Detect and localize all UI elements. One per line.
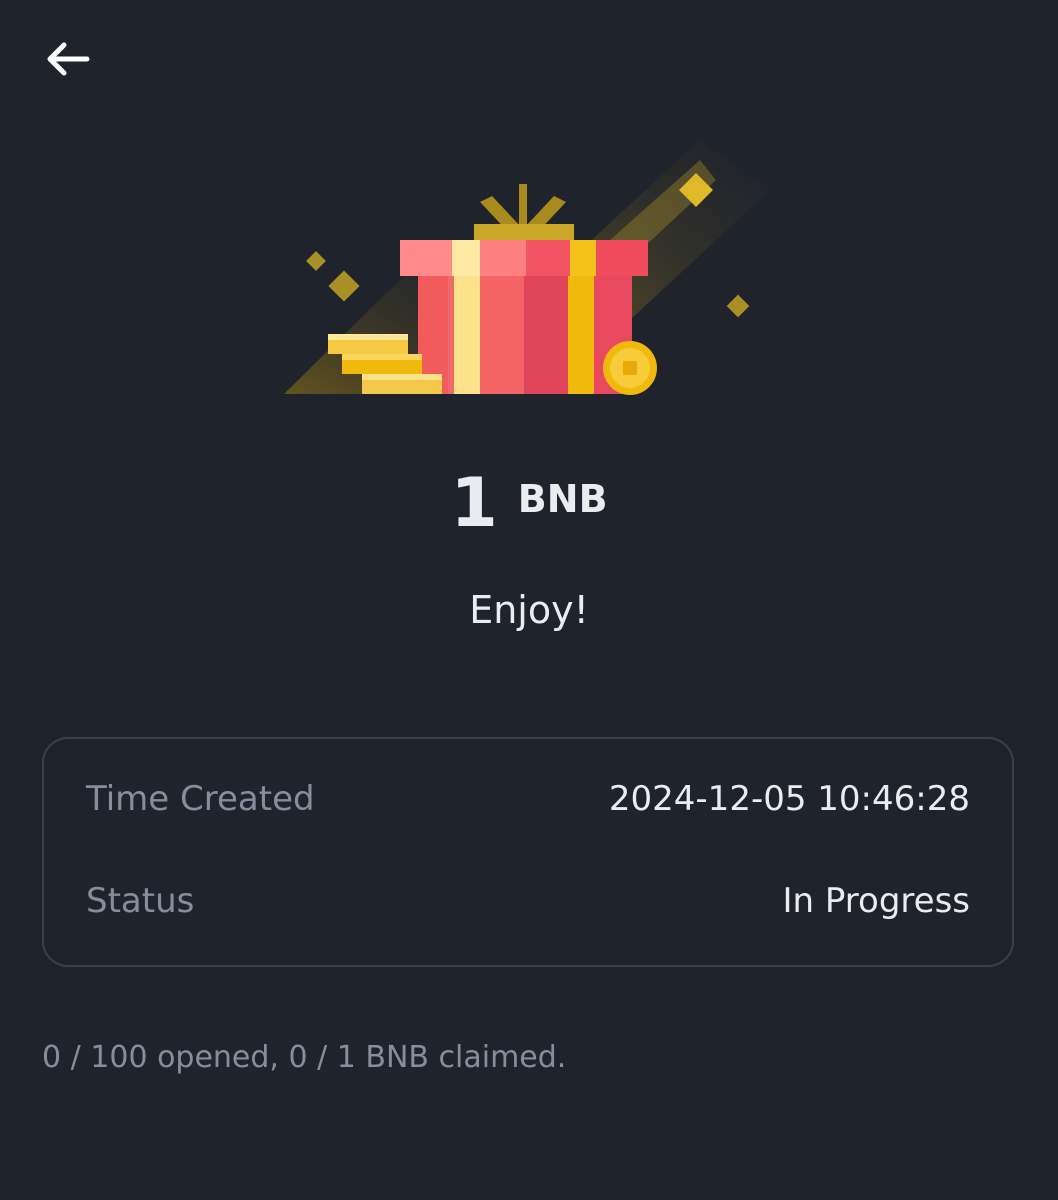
gift-amount: 1 BNB [0,470,1058,538]
status-value: In Progress [782,881,970,921]
arrow-left-icon [47,42,90,76]
gift-box-icon [284,140,770,395]
details-card: Time Created 2024-12-05 10:46:28 Status … [42,737,1014,967]
amount-value: 1 [450,464,498,543]
time-created-row: Time Created 2024-12-05 10:46:28 [86,779,970,819]
claim-progress-text: 0 / 100 opened, 0 / 1 BNB claimed. [42,1040,567,1075]
gift-message: Enjoy! [469,588,589,632]
time-created-label: Time Created [86,779,315,819]
amount-unit: BNB [517,477,608,521]
red-packet-detail-page: 1 BNB Enjoy! Time Created 2024-12-05 10:… [0,0,1058,1200]
status-label: Status [86,881,195,921]
time-created-value: 2024-12-05 10:46:28 [608,779,970,819]
back-button[interactable] [40,34,96,84]
status-row: Status In Progress [86,881,970,921]
